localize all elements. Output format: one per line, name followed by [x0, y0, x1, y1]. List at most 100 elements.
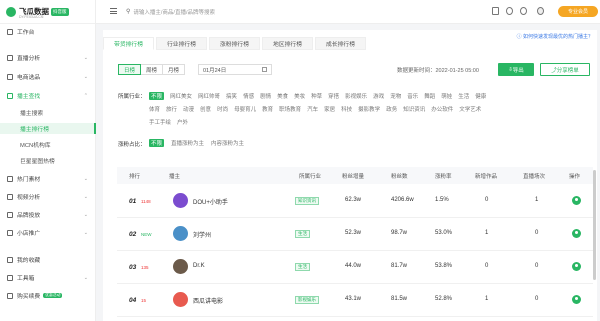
avatar[interactable]	[173, 259, 188, 274]
share-ranking-button[interactable]: ⤴ 分享榜单	[540, 63, 590, 76]
industry-option[interactable]: 网红帅哥	[198, 92, 220, 100]
period-month[interactable]: 月榜	[162, 64, 186, 75]
industry-option[interactable]: 网红美女	[170, 92, 192, 100]
sidebar-item-product-selection[interactable]: 电商选品 ⌄	[0, 71, 96, 82]
service-icon[interactable]	[520, 7, 527, 15]
sidebar-item-live-analysis[interactable]: 直播分析 ⌄	[0, 52, 96, 63]
avatar[interactable]	[173, 292, 188, 307]
sidebar-item-hot-material[interactable]: 热门素材 ⌄	[0, 173, 96, 184]
sidebar-item-purchase[interactable]: 购买续费 优惠活动	[0, 290, 96, 301]
industry-option[interactable]: 政务	[386, 105, 397, 113]
sidebar-item-brand[interactable]: 品牌投放 ⌄	[0, 209, 96, 220]
streamer-name[interactable]: Dr.K	[193, 263, 205, 269]
industry-option[interactable]: 手工手绘	[149, 118, 171, 126]
table-row[interactable]: 04 15 西瓜讲电影 影视娱乐 43.1w 81.5w 52.8% 1 0	[117, 284, 593, 317]
tab-sales-ranking[interactable]: 带货排行榜	[103, 37, 154, 50]
sidebar-sub-star-ranking[interactable]: 巨星星图热榜	[0, 155, 96, 166]
help-link[interactable]: ⓘ 如何快速发现最优的热门播主？	[517, 33, 593, 40]
sidebar-sub-streamer-ranking[interactable]: 播主排行榜	[0, 123, 96, 134]
avatar[interactable]	[173, 193, 188, 208]
industry-option[interactable]: 穿搭	[328, 92, 339, 100]
industry-option[interactable]: 舞蹈	[424, 92, 435, 100]
industry-option[interactable]: 体育	[149, 105, 160, 113]
fan-count: 81.7w	[391, 263, 408, 269]
industry-option[interactable]: 知识资讯	[403, 105, 425, 113]
bell-icon[interactable]	[506, 7, 513, 15]
tab-region-ranking[interactable]: 地区排行榜	[262, 37, 313, 50]
scrollbar[interactable]	[593, 170, 596, 280]
industry-option[interactable]: 时尚	[217, 105, 228, 113]
industry-option[interactable]: 音乐	[407, 92, 418, 100]
promo-badge: 优惠活动	[43, 293, 63, 298]
industry-option[interactable]: 户外	[177, 118, 188, 126]
user-detail-icon[interactable]	[572, 196, 581, 205]
industry-option[interactable]: 生活	[458, 92, 469, 100]
streamer-name[interactable]: 西瓜讲电影	[193, 296, 223, 305]
avatar[interactable]	[537, 7, 544, 15]
mobile-icon[interactable]	[492, 7, 499, 15]
brand-logo[interactable]: 飞瓜数据 抖音版 DY.FEIGUA.CN	[0, 0, 95, 24]
industry-option[interactable]: 美食	[277, 92, 288, 100]
industry-option[interactable]: 母婴育儿	[234, 105, 256, 113]
sidebar-item-label: 我的收藏	[17, 258, 41, 264]
industry-option[interactable]: 职场教育	[279, 105, 301, 113]
period-week[interactable]: 周榜	[140, 64, 164, 75]
ratio-option[interactable]: 内容涨粉为主	[211, 139, 244, 147]
industry-option[interactable]: 文学艺术	[459, 105, 481, 113]
industry-option[interactable]: 科技	[341, 105, 352, 113]
brand-sub: DY.FEIGUA.CN	[19, 15, 44, 19]
industry-option[interactable]: 创意	[200, 105, 211, 113]
sidebar-item-favorites[interactable]: 我的收藏	[0, 254, 96, 265]
industry-option[interactable]: 萌娃	[441, 92, 452, 100]
sidebar-sub-streamer-search[interactable]: 播主搜索	[0, 107, 96, 118]
industry-option[interactable]: 旅行	[166, 105, 177, 113]
user-icon	[7, 92, 13, 99]
tab-growth-ranking[interactable]: 成长排行榜	[315, 37, 366, 50]
industry-option[interactable]: 健康	[475, 92, 486, 100]
industry-option[interactable]: 美妆	[294, 92, 305, 100]
industry-option[interactable]: 剧情	[260, 92, 271, 100]
wallet-icon	[7, 292, 13, 299]
tab-fans-ranking[interactable]: 涨粉排行榜	[209, 37, 260, 50]
period-day[interactable]: 日榜	[118, 64, 142, 75]
avatar[interactable]	[173, 226, 188, 241]
user-detail-icon[interactable]	[572, 262, 581, 271]
sidebar-item-video-analysis[interactable]: 视频分析 ⌄	[0, 191, 96, 202]
table-row[interactable]: 03 135 Dr.K 生活 44.0w 81.7w 53.8% 0 0	[117, 251, 593, 284]
sidebar-item-streamer-search[interactable]: 播主查找 ⌃	[0, 90, 96, 101]
industry-option[interactable]: 宠物	[390, 92, 401, 100]
industry-option[interactable]: 动漫	[183, 105, 194, 113]
sidebar-item-shop[interactable]: 小店推广 ⌄	[0, 227, 96, 238]
user-detail-icon[interactable]	[572, 229, 581, 238]
export-button[interactable]: ⇩ 导出	[498, 63, 534, 76]
industry-option[interactable]: 种草	[311, 92, 322, 100]
industry-option[interactable]: 不限	[149, 92, 165, 100]
search-input[interactable]: ⚲ 请输入播主/商品/直播/品牌等搜索	[126, 5, 296, 18]
industry-option[interactable]: 教育	[262, 105, 273, 113]
brand-icon	[7, 211, 13, 218]
industry-filter-row: 不限 网红美女 网红帅哥 搞笑 情感 剧情 美食 美妆 种草 穿搭 影视娱乐 游戏 宠物 音乐 舞蹈 萌娃 生活…	[149, 92, 492, 100]
industry-option[interactable]: 搞笑	[226, 92, 237, 100]
industry-option[interactable]: 办公软件	[431, 105, 453, 113]
streamer-name[interactable]: DOU+小助手	[193, 197, 228, 206]
industry-option[interactable]: 家居	[324, 105, 335, 113]
menu-icon[interactable]	[110, 8, 117, 14]
table-row[interactable]: 02 NEW 刘学州 生活 52.3w 98.7w 53.0% 1 0	[117, 218, 593, 251]
industry-option[interactable]: 情感	[243, 92, 254, 100]
sidebar-item-workbench[interactable]: 工作台	[0, 26, 96, 37]
industry-option[interactable]: 游戏	[373, 92, 384, 100]
ratio-option[interactable]: 不限	[149, 139, 165, 147]
industry-option[interactable]: 影视娱乐	[345, 92, 367, 100]
date-picker[interactable]: 01月24日	[198, 64, 272, 75]
industry-tag: 生活	[295, 263, 310, 271]
ratio-option[interactable]: 直播涨粉为主	[171, 139, 204, 147]
sidebar-sub-mcn[interactable]: MCN机构库	[0, 139, 96, 150]
industry-option[interactable]: 汽车	[307, 105, 318, 113]
user-detail-icon[interactable]	[572, 295, 581, 304]
sidebar-item-toolbox[interactable]: 工具箱 ⌄	[0, 272, 96, 283]
streamer-name[interactable]: 刘学州	[193, 230, 211, 239]
tab-industry-ranking[interactable]: 行业排行榜	[156, 37, 207, 50]
table-row[interactable]: 01 1148 DOU+小助手 知识资讯 62.3w 4206.6w 1.5% 0 1	[117, 185, 593, 218]
industry-option[interactable]: 摄影教学	[358, 105, 380, 113]
pro-member-badge[interactable]: 专业会员	[558, 6, 598, 17]
